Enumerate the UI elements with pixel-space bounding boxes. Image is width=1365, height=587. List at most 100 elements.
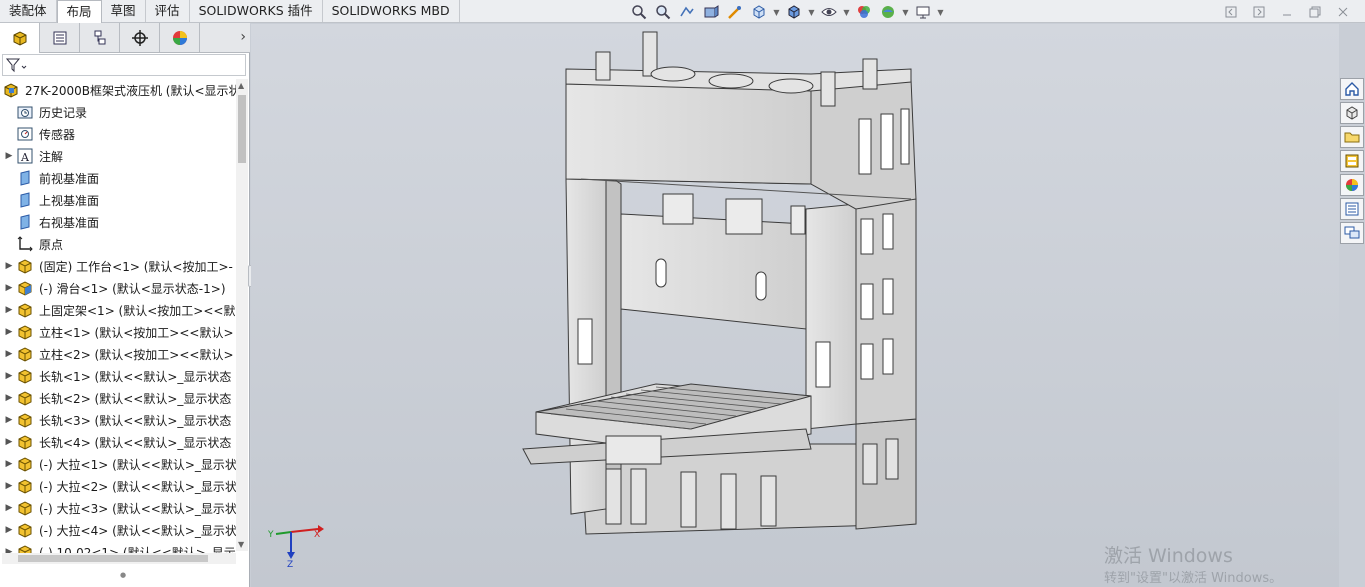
hide-show-dropdown-icon[interactable]: ▼ bbox=[842, 3, 851, 21]
previous-view-icon[interactable] bbox=[676, 3, 698, 21]
scroll-up-icon[interactable]: ▲ bbox=[238, 81, 244, 90]
tree-item-label: 长轨<3> (默认<<默认>_显示状态 bbox=[39, 413, 232, 428]
expand-arrow-icon[interactable]: ▶ bbox=[2, 459, 16, 469]
expand-arrow-icon[interactable]: ▶ bbox=[2, 393, 16, 403]
tree-item-label: 长轨<2> (默认<<默认>_显示状态 bbox=[39, 391, 232, 406]
tree-item-3[interactable]: 前视基准面 bbox=[0, 167, 236, 189]
feature-manager-tab[interactable] bbox=[0, 23, 40, 53]
tree-item-13[interactable]: ▶ 长轨<2> (默认<<默认>_显示状态 bbox=[0, 387, 236, 409]
expand-arrow-icon[interactable]: ▶ bbox=[2, 503, 16, 513]
tree-item-2[interactable]: ▶ A 注解 bbox=[0, 145, 236, 167]
panel-splitter-grip[interactable]: ● bbox=[120, 571, 126, 579]
display-manager-icon bbox=[172, 30, 187, 45]
appearances-scenes-icon[interactable] bbox=[1340, 174, 1364, 196]
tree-item-11[interactable]: ▶ 立柱<2> (默认<按加工><<默认> bbox=[0, 343, 236, 365]
expand-arrow-icon[interactable]: ▶ bbox=[2, 415, 16, 425]
feature-tree-filter[interactable] bbox=[2, 54, 246, 76]
tree-vertical-scrollbar[interactable]: ▲ ▼ bbox=[236, 79, 248, 551]
tree-item-root[interactable]: 27K-2000B框架式液压机 (默认<显示状 bbox=[0, 79, 236, 101]
tree-item-19[interactable]: ▶ (-) 大拉<4> (默认<<默认>_显示状 bbox=[0, 519, 236, 541]
expand-arrow-icon[interactable]: ▶ bbox=[2, 305, 16, 315]
dimxpert-manager-tab[interactable] bbox=[120, 23, 160, 52]
tab-3[interactable]: 评估 bbox=[146, 0, 190, 22]
view-settings-icon[interactable] bbox=[912, 3, 934, 21]
tab-5[interactable]: SOLIDWORKS MBD bbox=[323, 0, 460, 22]
solidworks-resources-home-icon[interactable] bbox=[1340, 78, 1364, 100]
tree-item-12[interactable]: ▶ 长轨<1> (默认<<默认>_显示状态 bbox=[0, 365, 236, 387]
tree-item-5[interactable]: 右视基准面 bbox=[0, 211, 236, 233]
more-tabs-chevron-icon[interactable]: › bbox=[240, 29, 246, 45]
tree-item-16[interactable]: ▶ (-) 大拉<1> (默认<<默认>_显示状 bbox=[0, 453, 236, 475]
tree-scroll-thumb[interactable] bbox=[238, 95, 246, 163]
dynamic-annotation-icon[interactable] bbox=[724, 3, 746, 21]
tree-item-label: 注解 bbox=[39, 149, 64, 164]
sensor-icon bbox=[16, 125, 34, 143]
tree-item-14[interactable]: ▶ 长轨<3> (默认<<默认>_显示状态 bbox=[0, 409, 236, 431]
design-library-icon[interactable] bbox=[1340, 102, 1364, 124]
tree-item-9[interactable]: ▶ 上固定架<1> (默认<按加工><<默 bbox=[0, 299, 236, 321]
expand-arrow-icon[interactable]: ▶ bbox=[2, 525, 16, 535]
scroll-down-icon[interactable]: ▼ bbox=[238, 540, 244, 549]
apply-scene-dropdown-icon[interactable]: ▼ bbox=[901, 3, 910, 21]
expand-arrow-icon[interactable]: ▶ bbox=[2, 261, 16, 271]
subassembly-icon bbox=[16, 389, 34, 407]
section-view-icon[interactable] bbox=[700, 3, 722, 21]
dimxpert-crosshair-icon bbox=[131, 29, 148, 46]
close-icon[interactable] bbox=[1333, 4, 1353, 20]
tab-1[interactable]: 布局 bbox=[56, 0, 102, 24]
expand-arrow-icon[interactable]: ▶ bbox=[2, 151, 16, 161]
heads-up-view-toolbar: ▼ ▼ ▼ ▼ ▼ bbox=[628, 3, 945, 21]
tree-item-1[interactable]: 传感器 bbox=[0, 123, 236, 145]
restore-right-icon[interactable] bbox=[1249, 4, 1269, 20]
tree-item-6[interactable]: 原点 bbox=[0, 233, 236, 255]
tree-item-label: (固定) 工作台<1> (默认<按加工>- bbox=[39, 259, 233, 274]
tree-item-label: (-) 大拉<3> (默认<<默认>_显示状 bbox=[39, 501, 236, 516]
edit-appearance-icon[interactable] bbox=[853, 3, 875, 21]
expand-arrow-icon[interactable]: ▶ bbox=[2, 327, 16, 337]
tree-item-17[interactable]: ▶ (-) 大拉<2> (默认<<默认>_显示状 bbox=[0, 475, 236, 497]
view-orientation-dropdown-icon[interactable]: ▼ bbox=[772, 3, 781, 21]
tree-item-8[interactable]: ▶ (-) 滑台<1> (默认<显示状态-1>) bbox=[0, 277, 236, 299]
file-explorer-folder-icon[interactable] bbox=[1340, 126, 1364, 148]
tree-item-7[interactable]: ▶ (固定) 工作台<1> (默认<按加工>- bbox=[0, 255, 236, 277]
hydraulic-press-model[interactable] bbox=[251, 24, 1339, 587]
tree-item-18[interactable]: ▶ (-) 大拉<3> (默认<<默认>_显示状 bbox=[0, 497, 236, 519]
zoom-to-fit-icon[interactable] bbox=[628, 3, 650, 21]
tree-item-label: 长轨<4> (默认<<默认>_显示状态 bbox=[39, 435, 232, 450]
restore-left-icon[interactable] bbox=[1221, 4, 1241, 20]
expand-arrow-icon[interactable]: ▶ bbox=[2, 371, 16, 381]
restore-icon[interactable] bbox=[1305, 4, 1325, 20]
expand-arrow-icon[interactable]: ▶ bbox=[2, 349, 16, 359]
tree-item-4[interactable]: 上视基准面 bbox=[0, 189, 236, 211]
view-orientation-icon[interactable] bbox=[748, 3, 770, 21]
expand-arrow-icon[interactable]: ▶ bbox=[2, 481, 16, 491]
view-palette-icon[interactable] bbox=[1340, 150, 1364, 172]
property-manager-tab[interactable] bbox=[40, 23, 80, 52]
hide-show-items-icon[interactable] bbox=[818, 3, 840, 21]
tab-2[interactable]: 草图 bbox=[102, 0, 146, 22]
custom-properties-icon[interactable] bbox=[1340, 198, 1364, 220]
tab-4[interactable]: SOLIDWORKS 插件 bbox=[190, 0, 323, 22]
zoom-to-area-icon[interactable] bbox=[652, 3, 674, 21]
display-style-dropdown-icon[interactable]: ▼ bbox=[807, 3, 816, 21]
view-settings-dropdown-icon[interactable]: ▼ bbox=[936, 3, 945, 21]
tree-item-10[interactable]: ▶ 立柱<1> (默认<按加工><<默认> bbox=[0, 321, 236, 343]
expand-arrow-icon[interactable]: ▶ bbox=[2, 437, 16, 447]
display-manager-tab[interactable] bbox=[160, 23, 200, 52]
apply-scene-icon[interactable] bbox=[877, 3, 899, 21]
tree-item-label: 立柱<1> (默认<按加工><<默认> bbox=[39, 325, 234, 340]
subassembly-icon bbox=[16, 411, 34, 429]
tab-0[interactable]: 装配体 bbox=[0, 0, 57, 22]
minimize-icon[interactable] bbox=[1277, 4, 1297, 20]
forum-chat-icon[interactable] bbox=[1340, 222, 1364, 244]
tree-item-15[interactable]: ▶ 长轨<4> (默认<<默认>_显示状态 bbox=[0, 431, 236, 453]
tree-horizontal-scrollbar[interactable] bbox=[2, 553, 236, 564]
tree-item-label: 原点 bbox=[39, 237, 64, 252]
graphics-area[interactable] bbox=[251, 24, 1339, 587]
display-style-icon[interactable] bbox=[783, 3, 805, 21]
tree-hscroll-thumb[interactable] bbox=[18, 555, 208, 562]
expand-arrow-icon[interactable]: ▶ bbox=[2, 283, 16, 293]
subassembly-icon bbox=[16, 257, 34, 275]
tree-item-0[interactable]: 历史记录 bbox=[0, 101, 236, 123]
configuration-manager-tab[interactable] bbox=[80, 23, 120, 52]
